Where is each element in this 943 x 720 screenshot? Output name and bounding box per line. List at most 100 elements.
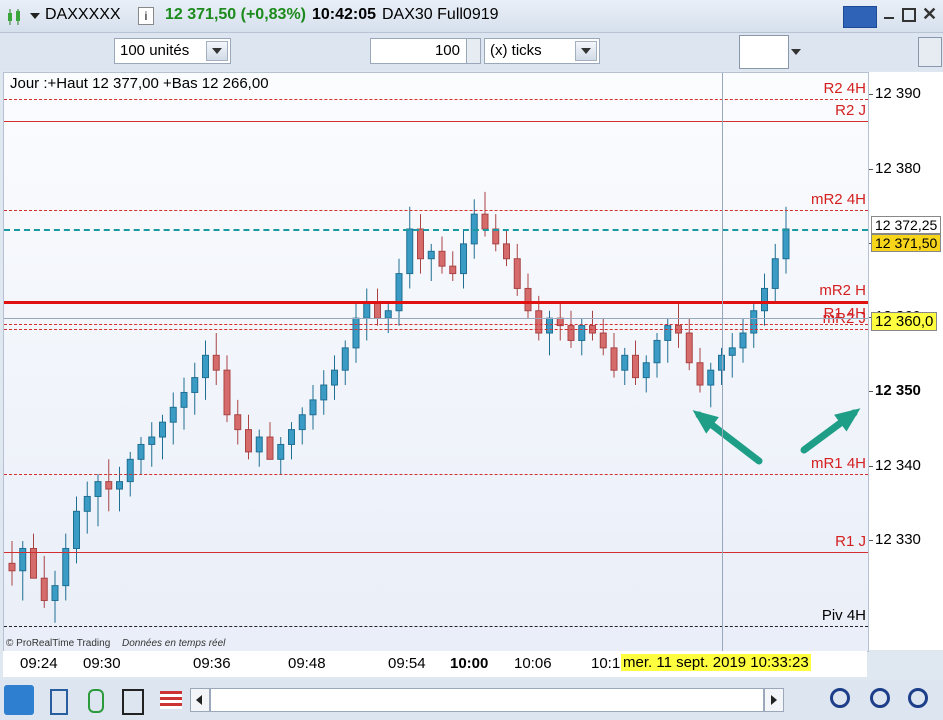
maximize-button[interactable] — [902, 8, 916, 22]
candle-body — [116, 481, 123, 490]
candle-body — [771, 258, 779, 289]
units-select[interactable]: 100 unités — [114, 38, 231, 64]
candle-body — [427, 250, 435, 260]
candle-body — [83, 495, 91, 512]
time-tick: 09:30 — [83, 655, 121, 672]
level-label: mR2 4H — [810, 191, 866, 209]
candle-body — [750, 310, 758, 334]
candle-body — [395, 273, 403, 312]
ticks-input[interactable]: 100 — [370, 38, 467, 64]
price-axis[interactable]: 12 39012 38012 37012 36012 35012 34012 3… — [868, 72, 943, 650]
candle-body — [331, 369, 338, 386]
ticks-unit-select[interactable]: (x) ticks — [484, 38, 600, 64]
level-line — [4, 626, 868, 628]
indicators-dropdown[interactable] — [789, 35, 803, 67]
orderbook-icon[interactable] — [156, 685, 186, 715]
price-tick-mark — [869, 391, 873, 393]
candle-body — [642, 362, 650, 379]
info-icon[interactable]: i — [138, 7, 154, 25]
candle-body — [159, 421, 166, 438]
candle-body — [223, 369, 231, 416]
candle-body — [513, 258, 521, 289]
level-line — [4, 328, 868, 330]
candle-body — [685, 332, 693, 364]
candle-body — [148, 436, 156, 445]
candle-body — [653, 339, 661, 364]
level-label: R2 4H — [823, 80, 866, 97]
level-line — [4, 552, 868, 554]
chevron-down-icon[interactable] — [206, 41, 228, 61]
zoom-in-icon[interactable] — [904, 685, 934, 715]
level-label: mR1 4H — [810, 455, 866, 473]
candle-body — [191, 377, 199, 393]
time-tick: 10:1 — [591, 655, 621, 672]
tag-cursor-price: 12 360,0 — [871, 312, 938, 331]
candle-body — [632, 354, 639, 379]
units-select-value: 100 unités — [120, 42, 190, 59]
time-tick: 09:54 — [388, 655, 426, 672]
list-icon[interactable] — [118, 685, 148, 715]
candle-body — [40, 577, 48, 601]
contract-name: DAX30 Full0919 — [382, 6, 499, 23]
indicators-icon[interactable] — [739, 35, 789, 69]
candle-body — [610, 347, 618, 371]
collapse-left-icon[interactable] — [918, 37, 942, 67]
drag-icon[interactable] — [790, 685, 820, 715]
candle-body — [492, 228, 500, 245]
candle-body — [374, 302, 381, 319]
ticks-stepper[interactable] — [466, 38, 481, 64]
candle-body — [202, 354, 209, 379]
price-tick: 12 390 — [875, 85, 921, 103]
zoom-out-icon[interactable] — [866, 685, 896, 715]
minimize-button[interactable] — [882, 8, 896, 22]
scroll-right-button[interactable] — [764, 688, 784, 712]
zoom-fit-icon[interactable] — [826, 685, 856, 715]
candle-body — [320, 384, 328, 401]
bottom-toolbar — [0, 680, 943, 720]
annotation-arrow — [800, 408, 861, 454]
candlestick-chart[interactable] — [4, 73, 868, 651]
candle-body — [169, 406, 177, 423]
candle-body — [406, 228, 414, 275]
share-icon[interactable] — [4, 685, 34, 715]
chevron-down-icon[interactable] — [575, 41, 597, 61]
candle-body — [460, 243, 467, 275]
layout-icon[interactable] — [44, 685, 74, 715]
keyboard-icon[interactable] — [843, 6, 877, 28]
candle-body — [363, 302, 371, 319]
price-line — [4, 318, 868, 320]
candle-body — [782, 228, 790, 260]
candle-body — [94, 481, 102, 497]
price-tick: 12 340 — [875, 456, 921, 474]
candle-body — [309, 399, 317, 416]
title-bar: DAXXXXX i 12 371,50 (+0,83%) 10:42:05 DA… — [0, 0, 943, 33]
candle-body — [621, 354, 629, 371]
candle-body — [438, 250, 446, 267]
instrument-dropdown-arrow[interactable] — [30, 13, 40, 19]
time-axis[interactable]: 09:24 09:30 09:36 09:48 09:54 10:00 10:06 10:1 … — [3, 651, 867, 677]
candle-body — [481, 213, 489, 230]
candle-body — [761, 287, 768, 312]
candle-body — [126, 458, 134, 483]
price-chart[interactable]: Jour :+Haut 12 377,00 +Bas 12 266,00 R2 … — [3, 72, 869, 652]
realtime-text: Données en temps réel — [122, 638, 226, 649]
tag-last-price: 12 371,50 — [871, 234, 942, 252]
candle-body — [298, 414, 306, 431]
close-button[interactable]: ✕ — [922, 4, 937, 25]
candle-body — [417, 228, 424, 260]
level-line — [4, 301, 868, 305]
copyright-text: © ProRealTime Trading — [6, 638, 111, 649]
indicator-tree-icon[interactable] — [82, 685, 112, 715]
level-line — [4, 474, 868, 476]
scroll-left-button[interactable] — [190, 688, 210, 712]
candle-body — [8, 562, 16, 572]
level-line — [4, 99, 868, 100]
level-line — [4, 121, 868, 123]
level-label: Piv 4H — [821, 607, 866, 625]
instrument-name[interactable]: DAXXXXX — [45, 6, 121, 24]
level-label: mR2 H — [819, 282, 866, 300]
candle-body — [535, 310, 543, 334]
candle-body — [341, 347, 349, 371]
horizontal-scrollbar[interactable] — [210, 688, 764, 712]
price-tick-mark — [869, 168, 873, 170]
